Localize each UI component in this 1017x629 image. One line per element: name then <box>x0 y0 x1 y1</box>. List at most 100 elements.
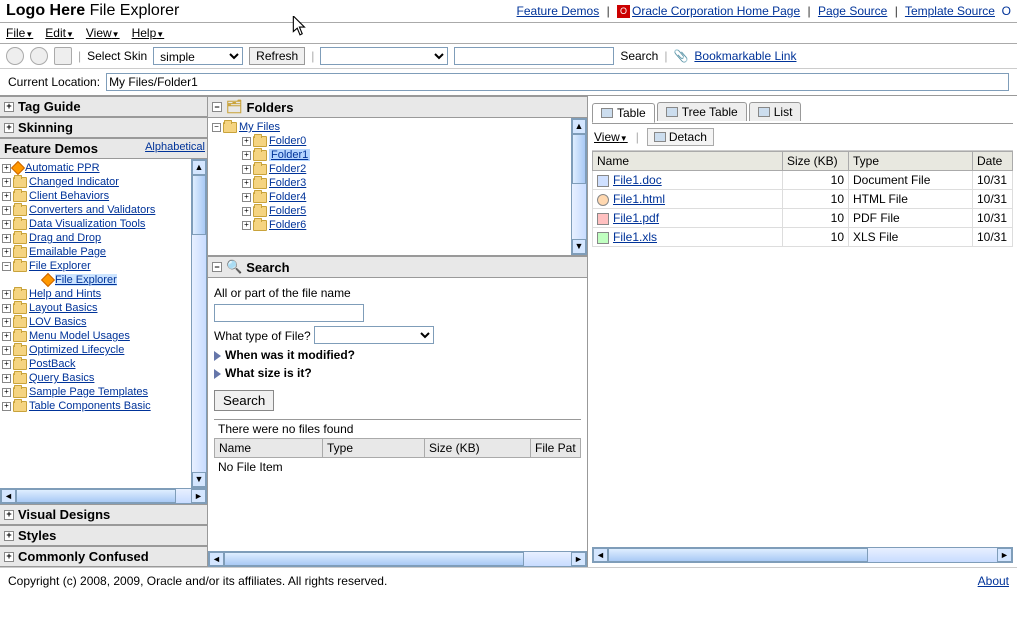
scroll-down-icon[interactable]: ▼ <box>192 472 206 487</box>
expander-icon[interactable]: + <box>2 318 11 327</box>
tree-item[interactable]: +PostBack <box>2 357 189 371</box>
detach-button[interactable]: Detach <box>647 128 714 146</box>
section-feature-demos[interactable]: Feature Demos Alphabetical <box>0 138 207 159</box>
section-skinning[interactable]: + Skinning <box>0 117 207 138</box>
tree-item-label[interactable]: Data Visualization Tools <box>29 218 145 230</box>
scroll-right-icon[interactable]: ► <box>191 489 206 503</box>
tree-item-label[interactable]: File Explorer <box>29 260 91 272</box>
expander-icon[interactable]: + <box>2 234 11 243</box>
vertical-scrollbar[interactable]: ▲ ▼ <box>571 118 587 255</box>
folder-item[interactable]: + Folder4 <box>242 190 567 204</box>
tab-list[interactable]: List <box>749 102 802 121</box>
tree-item[interactable]: + Automatic PPR <box>2 161 189 175</box>
scroll-left-icon[interactable]: ◄ <box>209 552 224 566</box>
search-name-input[interactable] <box>214 304 364 322</box>
refresh-button[interactable]: Refresh <box>249 47 305 65</box>
scroll-thumb[interactable] <box>608 548 868 562</box>
scroll-left-icon[interactable]: ◄ <box>1 489 16 503</box>
expander-icon[interactable]: + <box>2 332 11 341</box>
expander-icon[interactable]: + <box>242 165 251 174</box>
tree-item[interactable]: +Optimized Lifecycle <box>2 343 189 357</box>
folder-item[interactable]: +Folder6 <box>242 218 567 232</box>
tree-item[interactable]: +Converters and Validators <box>2 203 189 217</box>
tree-item-label[interactable]: Query Basics <box>29 372 94 384</box>
expander-icon[interactable]: + <box>4 510 14 520</box>
expander-icon[interactable]: + <box>2 402 11 411</box>
horizontal-scrollbar[interactable]: ◄ ► <box>208 551 587 567</box>
tree-item[interactable]: +Sample Page Templates <box>2 385 189 399</box>
expander-icon[interactable]: + <box>4 102 14 112</box>
scroll-thumb[interactable] <box>192 175 206 235</box>
scroll-right-icon[interactable]: ► <box>997 548 1012 562</box>
section-visual-designs[interactable]: + Visual Designs <box>0 504 207 525</box>
menu-help[interactable]: Help▼ <box>132 26 165 40</box>
tree-item-label[interactable]: Menu Model Usages <box>29 330 130 342</box>
expander-icon[interactable]: − <box>212 123 221 132</box>
col-size[interactable]: Size (KB) <box>783 152 849 171</box>
expander-icon[interactable]: + <box>4 552 14 562</box>
current-location-input[interactable] <box>106 73 1009 91</box>
tree-item-label[interactable]: Client Behaviors <box>29 190 109 202</box>
folder-label[interactable]: Folder4 <box>269 191 306 203</box>
tree-item[interactable]: File Explorer <box>30 273 189 287</box>
expander-icon[interactable]: + <box>2 220 11 229</box>
tree-item[interactable]: + Drag and Drop <box>2 231 189 245</box>
tree-item[interactable]: +Query Basics <box>2 371 189 385</box>
tree-item[interactable]: + Emailable Page <box>2 245 189 259</box>
expander-icon[interactable]: − <box>212 262 222 272</box>
file-name-link[interactable]: File1.pdf <box>613 211 659 225</box>
file-name-link[interactable]: File1.doc <box>613 173 662 187</box>
menu-view[interactable]: View▼ <box>86 26 120 40</box>
expander-icon[interactable]: + <box>242 151 251 160</box>
tree-item[interactable]: +Layout Basics <box>2 301 189 315</box>
bookmarkable-link[interactable]: Bookmarkable Link <box>694 49 796 63</box>
folder-item[interactable]: +Folder1 <box>242 148 567 162</box>
expander-icon[interactable]: + <box>2 290 11 299</box>
expander-icon[interactable]: + <box>2 164 11 173</box>
horizontal-scrollbar[interactable]: ◄ ► <box>0 488 207 504</box>
tree-item-label[interactable]: Automatic PPR <box>25 162 100 174</box>
expander-icon[interactable]: + <box>242 207 251 216</box>
vertical-scrollbar[interactable]: ▲ ▼ <box>191 159 207 488</box>
folder-label[interactable]: Folder6 <box>269 219 306 231</box>
expander-icon[interactable]: − <box>2 262 11 271</box>
expander-icon[interactable]: − <box>212 102 222 112</box>
scroll-up-icon[interactable]: ▲ <box>192 160 206 175</box>
folder-label[interactable]: Folder2 <box>269 163 306 175</box>
tree-item-label[interactable]: Drag and Drop <box>29 232 101 244</box>
folder-root[interactable]: −My Files <box>212 120 567 134</box>
tree-item[interactable]: − File Explorer <box>2 259 189 273</box>
folder-label[interactable]: Folder0 <box>269 135 306 147</box>
link-oracle-home[interactable]: Oracle Corporation Home Page <box>632 4 800 18</box>
scroll-thumb[interactable] <box>572 134 586 184</box>
expander-icon[interactable]: + <box>2 346 11 355</box>
link-template-source[interactable]: Template Source <box>905 4 995 18</box>
tree-item-label[interactable]: Emailable Page <box>29 246 106 258</box>
expander-icon[interactable]: + <box>2 388 11 397</box>
skin-select[interactable]: simple <box>153 47 243 65</box>
tab-tree-table[interactable]: Tree Table <box>657 102 747 121</box>
tree-item-label[interactable]: PostBack <box>29 358 75 370</box>
scroll-up-icon[interactable]: ▲ <box>572 119 586 134</box>
table-row[interactable]: File1.pdf10PDF File10/31 <box>593 209 1013 228</box>
tree-item[interactable]: +LOV Basics <box>2 315 189 329</box>
scroll-thumb[interactable] <box>16 489 176 503</box>
folder-item[interactable]: +Folder3 <box>242 176 567 190</box>
scroll-right-icon[interactable]: ► <box>571 552 586 566</box>
link-o[interactable]: O <box>1002 4 1011 18</box>
horizontal-scrollbar[interactable]: ◄ ► <box>592 547 1013 563</box>
scroll-left-icon[interactable]: ◄ <box>593 548 608 562</box>
link-page-source[interactable]: Page Source <box>818 4 887 18</box>
folder-label[interactable]: Folder3 <box>269 177 306 189</box>
menu-edit[interactable]: Edit▼ <box>45 26 74 40</box>
scroll-down-icon[interactable]: ▼ <box>572 239 586 254</box>
expander-icon[interactable]: + <box>242 193 251 202</box>
tab-table[interactable]: Table <box>592 103 655 123</box>
expander-icon[interactable]: + <box>2 192 11 201</box>
expander-icon[interactable]: + <box>4 531 14 541</box>
search-header[interactable]: − 🔍 Search <box>208 256 587 278</box>
folder-item[interactable]: +Folder0 <box>242 134 567 148</box>
expander-icon[interactable]: + <box>2 304 11 313</box>
tree-item[interactable]: +Table Components Basic <box>2 399 189 413</box>
expander-icon[interactable]: + <box>2 248 11 257</box>
